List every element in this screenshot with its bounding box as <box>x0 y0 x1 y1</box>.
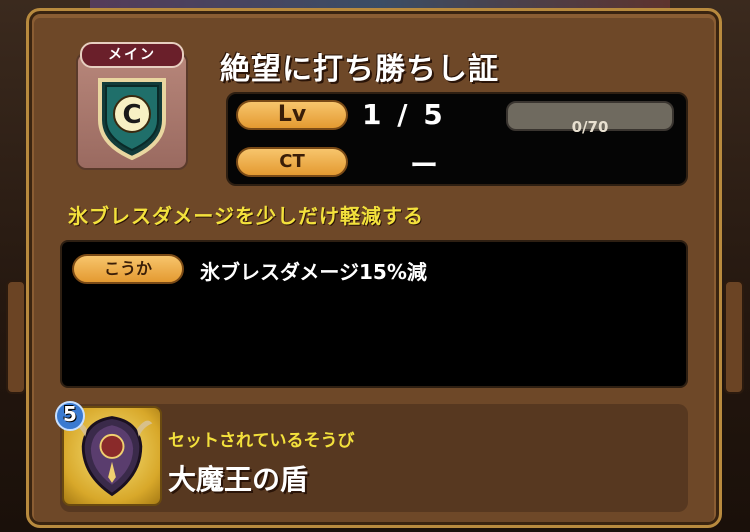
effect-text: 氷ブレスダメージ15%減 <box>200 260 427 284</box>
ct-label: CT <box>236 147 348 177</box>
skill-description: 氷ブレスダメージを少しだけ軽減する <box>68 204 424 228</box>
exp-text: 0/70 <box>571 118 609 136</box>
left-scroll-tab[interactable] <box>6 280 26 394</box>
ct-value: ー <box>410 149 439 182</box>
skill-title: 絶望に打ち勝ちし証 <box>220 52 499 87</box>
effect-label: こうか <box>72 254 184 284</box>
equipment-name: 大魔王の盾 <box>168 463 309 496</box>
level-value: 1 / 5 <box>362 98 446 131</box>
main-tag: メイン <box>80 42 184 68</box>
equipment-label: セットされているそうび <box>168 431 355 451</box>
skill-grade-letter: C <box>122 100 141 130</box>
right-scroll-tab[interactable] <box>724 280 744 394</box>
skill-grade-shield-icon: C <box>98 78 166 161</box>
equipment-stars: 5 <box>63 402 77 426</box>
level-label: Lv <box>236 100 348 130</box>
